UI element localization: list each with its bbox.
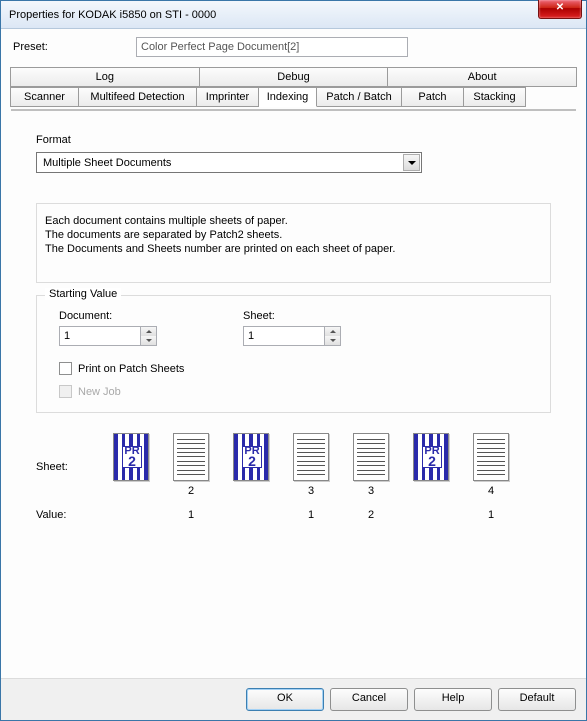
desc-line-2: The documents are separated by Patch2 sh… — [45, 228, 542, 242]
sheet-thumb: PR2 — [222, 433, 280, 499]
dropdown-arrow-icon[interactable] — [403, 154, 420, 171]
spin-up-icon[interactable] — [141, 327, 156, 336]
print-patch-checkbox[interactable] — [59, 362, 72, 375]
sheet-number: 4 — [488, 485, 494, 499]
patch-sheet-icon: PR2 — [413, 433, 449, 481]
close-button[interactable]: ✕ — [538, 0, 582, 19]
preset-label: Preset: — [11, 41, 136, 53]
new-job-checkbox — [59, 385, 72, 398]
ok-button[interactable]: OK — [246, 688, 324, 711]
new-job-label: New Job — [78, 386, 121, 398]
starting-value-group: Starting Value Document: — [36, 295, 551, 413]
value-number: 1 — [462, 509, 520, 523]
document-spinner[interactable] — [59, 326, 157, 346]
properties-dialog: Properties for KODAK i5850 on STI - 0000… — [0, 0, 587, 721]
value-number: 1 — [282, 509, 340, 523]
preset-row: Preset: — [11, 37, 576, 57]
print-patch-label: Print on Patch Sheets — [78, 363, 184, 375]
tab-row-upper: Log Debug About — [10, 67, 577, 87]
print-patch-row[interactable]: Print on Patch Sheets — [59, 362, 536, 375]
sheet-number: 3 — [368, 485, 374, 499]
new-job-row: New Job — [59, 385, 536, 398]
patch-sheet-icon: PR2 — [233, 433, 269, 481]
sheet-thumb: 4 — [462, 433, 520, 499]
group-title: Starting Value — [45, 288, 121, 300]
tab-multifeed[interactable]: Multifeed Detection — [79, 87, 197, 107]
spin-down-icon[interactable] — [325, 336, 340, 345]
tab-imprinter[interactable]: Imprinter — [197, 87, 259, 107]
sheet-thumb: 3 — [282, 433, 340, 499]
value-number: 2 — [342, 509, 400, 523]
titlebar[interactable]: Properties for KODAK i5850 on STI - 0000… — [1, 1, 586, 29]
tab-row-lower: Scanner Multifeed Detection Imprinter In… — [10, 87, 577, 107]
format-dropdown[interactable]: Multiple Sheet Documents — [36, 152, 422, 173]
sheet-start-label: Sheet: — [243, 310, 341, 322]
format-label: Format — [36, 134, 551, 146]
spin-down-icon[interactable] — [141, 336, 156, 345]
value-number — [402, 509, 460, 523]
sheet-number: 2 — [188, 485, 194, 499]
tab-scanner[interactable]: Scanner — [10, 87, 79, 107]
tab-debug[interactable]: Debug — [200, 67, 389, 87]
spin-up-icon[interactable] — [325, 327, 340, 336]
format-value: Multiple Sheet Documents — [43, 157, 171, 169]
tab-log[interactable]: Log — [10, 67, 200, 87]
value-number — [222, 509, 280, 523]
tab-container: Log Debug About Scanner Multifeed Detect… — [11, 107, 576, 668]
value-number: 1 — [162, 509, 220, 523]
sheet-spinner[interactable] — [243, 326, 341, 346]
document-sheet-icon — [173, 433, 209, 481]
dialog-body: Preset: Log Debug About Scanner Multifee… — [1, 29, 586, 678]
document-sheet-icon — [353, 433, 389, 481]
value-numbers: 1121 — [102, 509, 520, 523]
sheet-row-label: Sheet: — [36, 433, 102, 473]
document-sheet-icon — [293, 433, 329, 481]
button-bar: OK Cancel Help Default — [1, 678, 586, 720]
sheet-thumbnails: PR2 2 PR2 3 3 PR2 4 — [102, 433, 520, 499]
value-number — [102, 509, 160, 523]
patch-sheet-icon: PR2 — [113, 433, 149, 481]
sheet-thumb: 3 — [342, 433, 400, 499]
tab-stacking[interactable]: Stacking — [464, 87, 526, 107]
sheet-number: 3 — [308, 485, 314, 499]
value-row-label: Value: — [36, 509, 102, 523]
sheet-thumb: PR2 — [102, 433, 160, 499]
tab-about[interactable]: About — [388, 67, 577, 87]
document-input[interactable] — [59, 326, 141, 346]
document-label: Document: — [59, 310, 157, 322]
sheet-thumb: PR2 — [402, 433, 460, 499]
help-button[interactable]: Help — [414, 688, 492, 711]
desc-line-3: The Documents and Sheets number are prin… — [45, 242, 542, 256]
desc-line-1: Each document contains multiple sheets o… — [45, 214, 542, 228]
tab-indexing[interactable]: Indexing — [259, 87, 317, 107]
tab-patch[interactable]: Patch — [402, 87, 464, 107]
preset-input[interactable] — [136, 37, 408, 57]
tab-panel: Format Multiple Sheet Documents Each doc… — [11, 109, 576, 111]
sheet-preview-row: Sheet: PR2 2 PR2 3 3 PR2 4 — [36, 433, 551, 499]
window-title: Properties for KODAK i5850 on STI - 0000 — [9, 9, 216, 21]
tab-patch-batch[interactable]: Patch / Batch — [317, 87, 402, 107]
indexing-panel: Format Multiple Sheet Documents Each doc… — [12, 110, 575, 144]
value-preview-row: Value: 1121 — [36, 509, 551, 523]
default-button[interactable]: Default — [498, 688, 576, 711]
sheet-thumb: 2 — [162, 433, 220, 499]
document-sheet-icon — [473, 433, 509, 481]
description-box: Each document contains multiple sheets o… — [36, 203, 551, 283]
sheet-input[interactable] — [243, 326, 325, 346]
cancel-button[interactable]: Cancel — [330, 688, 408, 711]
